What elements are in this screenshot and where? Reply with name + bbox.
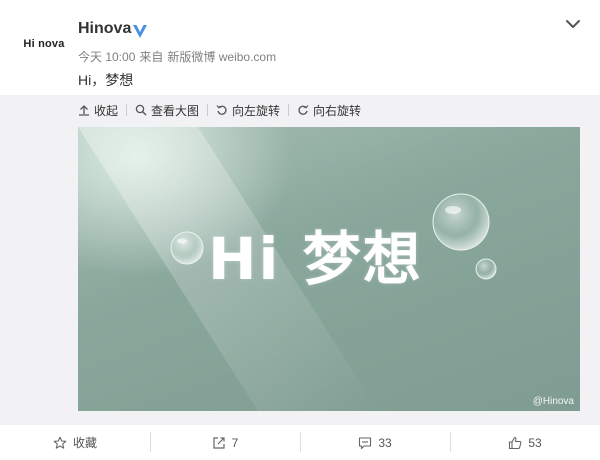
weibo-post-card: Hi nova Hinova 今天 10:00 来自 新版微博 weibo.com … xyxy=(0,0,600,460)
post-time[interactable]: 今天 10:00 xyxy=(78,50,135,64)
bubble-large xyxy=(432,193,490,251)
like-button[interactable]: 53 xyxy=(450,425,600,460)
action-bar: 收藏 7 33 53 xyxy=(0,425,600,460)
view-large-button[interactable]: 查看大图 xyxy=(135,102,199,119)
post-image[interactable]: Hi 梦想 @Hinova xyxy=(78,127,580,411)
rotate-right-icon xyxy=(298,105,309,115)
image-watermark: @Hinova xyxy=(532,396,574,407)
like-count: 53 xyxy=(528,435,542,450)
toolbar-divider xyxy=(288,104,290,116)
image-headline: Hi 梦想 xyxy=(208,225,423,293)
thumbs-up-icon xyxy=(509,436,522,449)
toolbar-divider xyxy=(207,104,209,116)
bubble-left xyxy=(170,231,204,265)
rotate-right-button[interactable]: 向右旋转 xyxy=(297,102,361,119)
comment-count: 33 xyxy=(378,435,392,450)
repost-button[interactable]: 7 xyxy=(150,425,300,460)
favorite-label: 收藏 xyxy=(72,436,97,450)
search-icon xyxy=(135,104,147,116)
post-text: Hi，梦想 xyxy=(78,72,134,88)
share-icon xyxy=(213,436,225,449)
collapse-button[interactable]: 收起 xyxy=(78,102,118,119)
avatar[interactable]: Hi nova xyxy=(22,30,66,58)
rotate-left-icon xyxy=(216,105,227,115)
verified-v-icon xyxy=(133,25,147,38)
comment-icon xyxy=(359,436,372,449)
comment-button[interactable]: 33 xyxy=(300,425,450,460)
chevron-down-icon[interactable] xyxy=(564,18,582,30)
bubble-small xyxy=(475,258,497,280)
collapse-label: 收起 xyxy=(94,103,119,118)
star-icon xyxy=(53,436,67,449)
rotate-left-label: 向左旋转 xyxy=(232,103,281,118)
user-name[interactable]: Hinova xyxy=(78,20,131,38)
view-large-label: 查看大图 xyxy=(151,103,200,118)
rotate-right-label: 向右旋转 xyxy=(313,103,362,118)
toolbar-divider xyxy=(126,104,128,116)
post-source[interactable]: 新版微博 weibo.com xyxy=(167,50,276,64)
source-prefix: 来自 xyxy=(139,50,164,64)
repost-count: 7 xyxy=(231,435,239,450)
avatar-text: Hi nova xyxy=(23,38,65,50)
collapse-icon xyxy=(79,105,89,116)
image-toolbar: 收起 查看大图 向左旋转 向右旋转 xyxy=(78,98,377,122)
favorite-button[interactable]: 收藏 xyxy=(0,425,150,460)
post-meta: 今天 10:00 来自 新版微博 weibo.com xyxy=(78,48,280,65)
rotate-left-button[interactable]: 向左旋转 xyxy=(216,102,280,119)
